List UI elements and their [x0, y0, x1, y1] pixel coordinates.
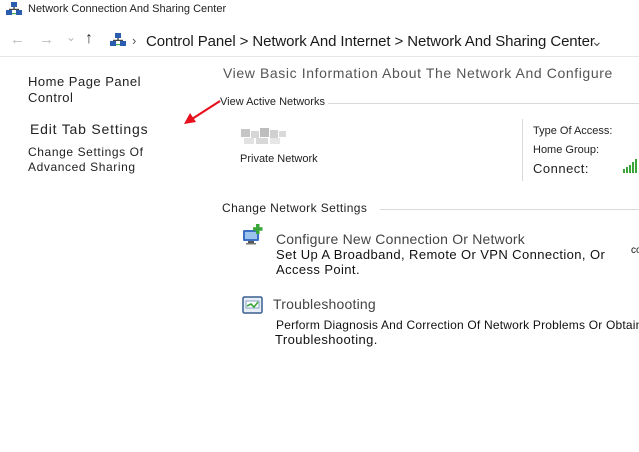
address-separator[interactable]: › [132, 33, 136, 48]
new-connection-icon [243, 224, 263, 245]
troubleshooting-description: Perform Diagnosis And Correction Of Netw… [276, 318, 639, 332]
configure-connection-description-overflow: co [631, 245, 639, 256]
network-properties-divider [522, 119, 523, 181]
troubleshooting-description-line2: Troubleshooting. [275, 332, 378, 347]
change-settings-label: Change Network Settings [222, 201, 368, 215]
address-divider [0, 56, 639, 57]
forward-button[interactable]: → [39, 31, 54, 48]
active-networks-divider [328, 103, 639, 104]
sidebar-edit-tab-link[interactable]: Edit Tab Settings [30, 121, 148, 137]
recent-locations-button[interactable]: ⌄ [66, 30, 76, 44]
page-title: View Basic Information About The Network… [223, 65, 613, 81]
sidebar-advanced-link-line2[interactable]: Advanced Sharing [28, 160, 136, 174]
configure-connection-description: Set Up A Broadband, Remote Or VPN Connec… [276, 247, 606, 262]
troubleshoot-icon [242, 296, 263, 314]
back-button[interactable]: ← [10, 31, 25, 48]
window-title: Network Connection And Sharing Center [28, 3, 227, 15]
network-center-icon [6, 2, 22, 15]
address-bar[interactable]: Control Panel > Network And Internet > N… [146, 33, 595, 50]
access-type-label: Type Of Access: [533, 125, 613, 137]
up-button[interactable]: ↑ [85, 30, 93, 48]
network-blurred-icon [240, 126, 288, 150]
connect-label: Connect: [533, 161, 590, 176]
sidebar-advanced-link[interactable]: Change Settings Of [28, 145, 144, 159]
network-type: Private Network [240, 153, 318, 165]
address-dropdown-button[interactable]: ⌄ [591, 33, 603, 50]
troubleshooting-link[interactable]: Troubleshooting [273, 296, 376, 312]
home-group-label: Home Group: [533, 144, 600, 156]
active-networks-label: View Active Networks [220, 96, 325, 108]
change-settings-divider [380, 209, 639, 210]
control-panel-icon [110, 33, 126, 46]
sidebar-home-link[interactable]: Home Page Panel [28, 74, 141, 89]
configure-connection-link[interactable]: Configure New Connection Or Network [276, 231, 525, 247]
red-arrow-icon [184, 100, 221, 124]
sidebar-home-link-line2[interactable]: Control [28, 90, 73, 105]
configure-connection-description-line2: Access Point. [276, 262, 360, 277]
signal-bars-icon [623, 159, 637, 173]
